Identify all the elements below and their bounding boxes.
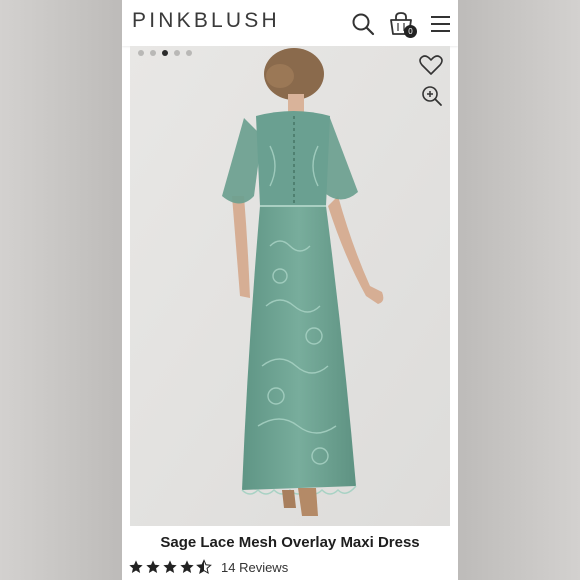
star-full-icon bbox=[180, 560, 194, 573]
product-image[interactable] bbox=[130, 46, 450, 526]
image-carousel-dots bbox=[138, 50, 192, 56]
search-icon[interactable] bbox=[350, 11, 376, 37]
carousel-dot[interactable] bbox=[186, 50, 192, 56]
star-rating[interactable] bbox=[128, 559, 212, 575]
dress-photo-illustration bbox=[130, 46, 450, 526]
heart-icon[interactable] bbox=[418, 52, 444, 78]
carousel-dot[interactable] bbox=[138, 50, 144, 56]
product-rating: 14 Reviews bbox=[128, 559, 288, 575]
brand-logo[interactable]: PINKBLUSH bbox=[132, 9, 280, 33]
shopping-bag-icon[interactable]: 0 bbox=[388, 11, 417, 38]
site-header: PINKBLUSH 0 bbox=[122, 0, 458, 46]
star-full-icon bbox=[146, 560, 160, 573]
cart-count-badge: 0 bbox=[404, 25, 417, 38]
carousel-dot-active[interactable] bbox=[162, 50, 168, 56]
star-full-icon bbox=[163, 560, 177, 573]
carousel-dot[interactable] bbox=[150, 50, 156, 56]
background-blur-left bbox=[0, 0, 122, 580]
star-half-icon bbox=[196, 559, 212, 575]
reviews-link[interactable]: 14 Reviews bbox=[221, 560, 288, 575]
product-title: Sage Lace Mesh Overlay Maxi Dress bbox=[160, 534, 420, 551]
background-blur-right bbox=[458, 0, 580, 580]
mobile-screen: PINKBLUSH 0 Sage Lace Mesh Overlay Maxi … bbox=[122, 0, 458, 580]
menu-icon[interactable] bbox=[428, 11, 454, 37]
star-full-icon bbox=[129, 560, 143, 573]
carousel-dot[interactable] bbox=[174, 50, 180, 56]
zoom-in-icon[interactable] bbox=[420, 84, 446, 110]
